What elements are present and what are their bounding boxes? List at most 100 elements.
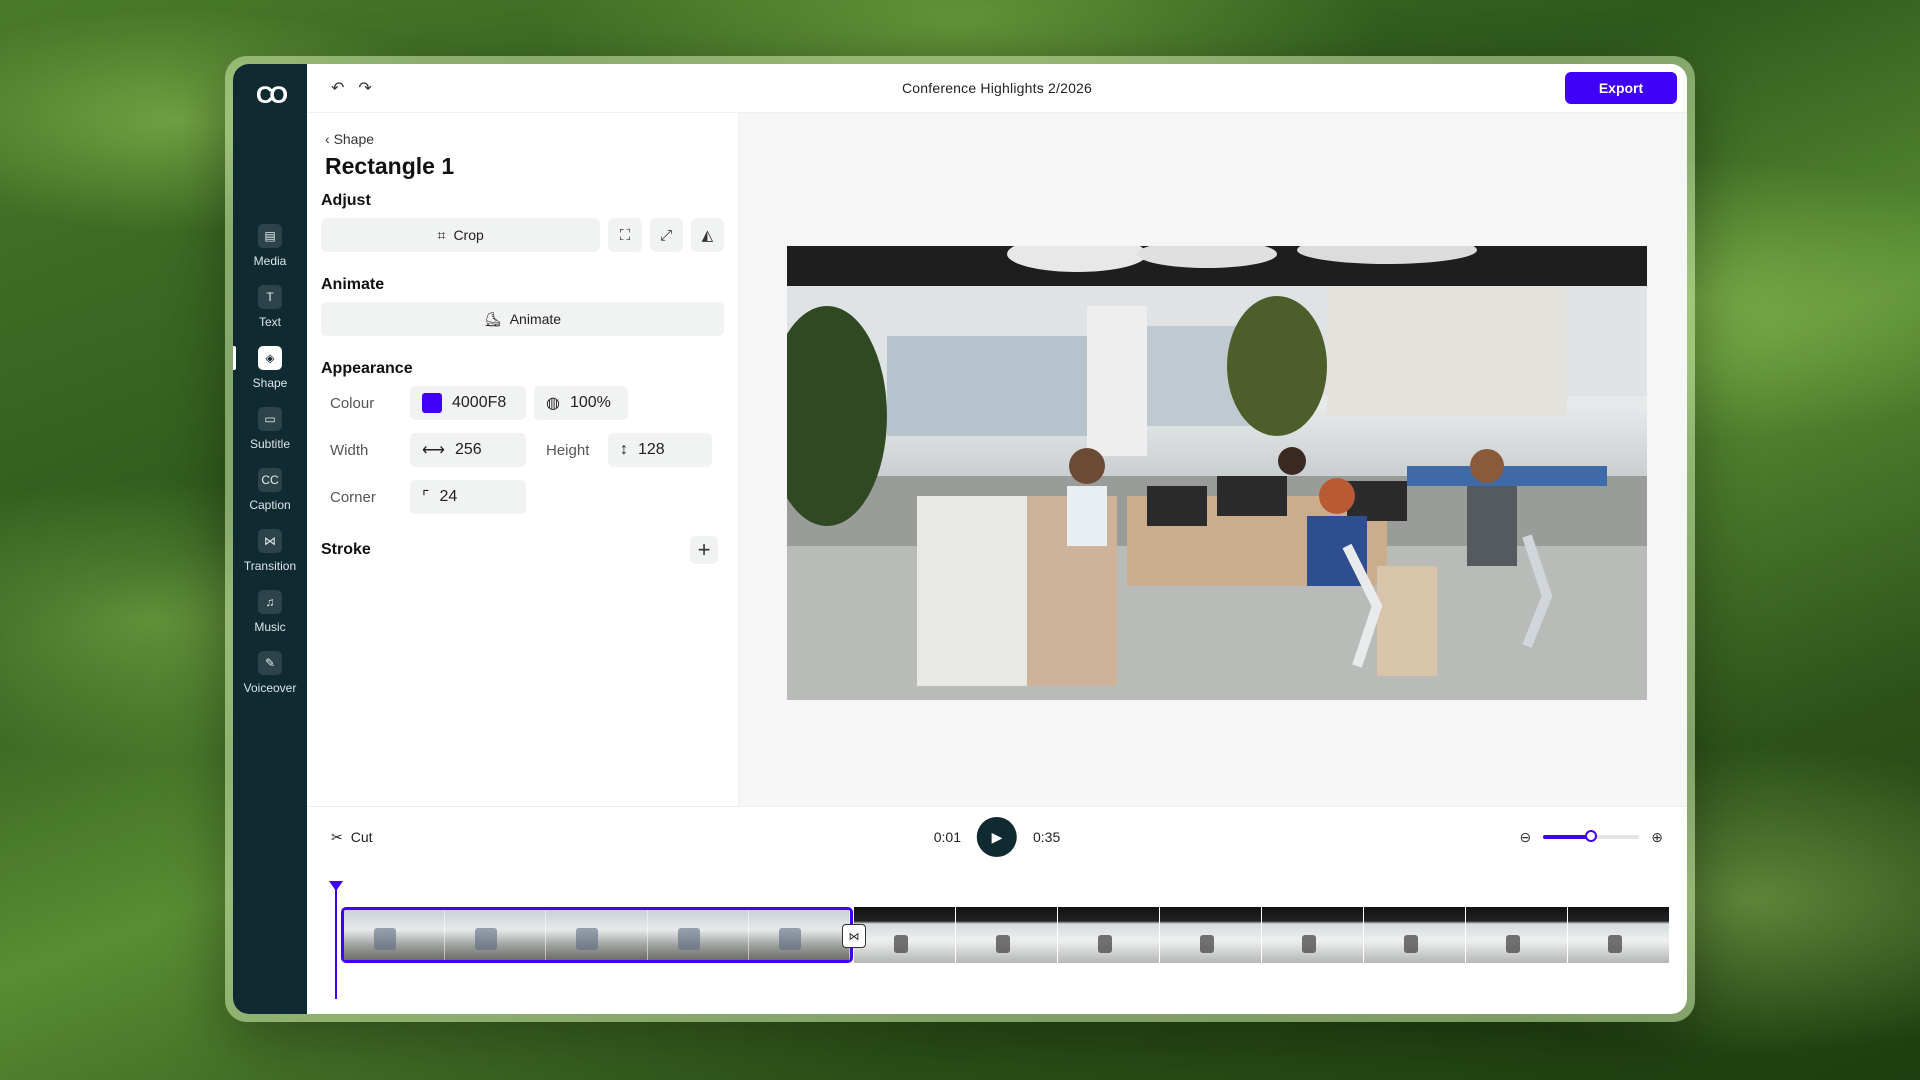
zoom-controls: ⊖ ⊕: [1520, 829, 1663, 846]
playhead-line[interactable]: [335, 889, 337, 999]
export-button[interactable]: Export: [1565, 72, 1677, 104]
corner-value: 24: [439, 488, 458, 505]
colour-value: 4000F8: [452, 394, 507, 411]
colour-label: Colour: [330, 394, 375, 412]
rail-item-label: Caption: [249, 498, 291, 512]
rail-item-music[interactable]: ♫ Music: [233, 590, 307, 634]
adjust-row: ⌗ Crop ⛶ ⤢ ◭: [321, 218, 725, 252]
main-area: ↶ ↷ Conference Highlights 2/2026 Export …: [307, 64, 1687, 1014]
scissors-icon: ✂: [331, 828, 343, 845]
rail-item-text[interactable]: T Text: [233, 285, 307, 329]
caption-icon: CC: [258, 468, 282, 492]
zoom-in-icon[interactable]: ⊕: [1651, 829, 1663, 846]
fit-icon[interactable]: ⛶: [608, 218, 642, 252]
colour-swatch[interactable]: [422, 393, 442, 413]
playback-controls: 0:01 ▶ 0:35: [934, 817, 1061, 857]
subtitle-icon: ▭: [258, 407, 282, 431]
chevron-left-icon: ‹: [325, 131, 334, 147]
rail-item-transition[interactable]: ⋈ Transition: [233, 529, 307, 573]
width-arrow-icon: ⟷: [422, 442, 445, 459]
play-button[interactable]: ▶: [977, 817, 1017, 857]
animate-row: ⛸ Animate: [321, 302, 724, 336]
zoom-slider-thumb[interactable]: [1585, 830, 1598, 842]
transition-icon: ⋈: [258, 529, 282, 553]
clip-frame: [445, 910, 547, 960]
colour-row: Colour 4000F8 ◍ 100%: [321, 386, 724, 420]
project-title[interactable]: Conference Highlights 2/2026: [902, 80, 1092, 96]
clip-frame[interactable]: [854, 907, 955, 963]
rail-item-voiceover[interactable]: ✎ Voiceover: [233, 651, 307, 695]
transition-icon[interactable]: ⋈: [842, 924, 866, 948]
clip-frame[interactable]: [1364, 907, 1465, 963]
breadcrumb[interactable]: ‹ Shape: [325, 131, 724, 147]
stroke-title: Stroke: [321, 541, 371, 558]
corner-label: Corner: [330, 488, 376, 506]
appearance-title: Appearance: [321, 360, 413, 377]
colour-field[interactable]: 4000F8: [410, 386, 526, 420]
clip-frame: [344, 910, 446, 960]
add-stroke-icon[interactable]: +: [690, 536, 718, 564]
redo-icon[interactable]: ↷: [358, 78, 371, 98]
video-frame[interactable]: [787, 246, 1647, 700]
clip-frame: [647, 910, 749, 960]
mic-icon: ✎: [258, 651, 282, 675]
rail-item-label: Transition: [243, 559, 297, 573]
zoom-slider[interactable]: [1543, 830, 1640, 842]
editor-body: ‹ Shape Rectangle 1 Adjust ⌗ Crop ⛶ ⤢ ◭ …: [307, 112, 1687, 806]
rail-item-label: Media: [253, 254, 287, 268]
rail-item-label: Voiceover: [243, 681, 297, 695]
undo-redo: ↶ ↷: [331, 78, 372, 98]
opacity-field[interactable]: ◍ 100%: [534, 386, 628, 420]
flip-icon[interactable]: ◭: [690, 218, 725, 252]
total-time: 0:35: [1033, 829, 1061, 845]
undo-icon[interactable]: ↶: [331, 78, 344, 98]
clip-frame: [546, 910, 648, 960]
app-logo: CO: [256, 82, 288, 109]
height-arrow-icon: ↕: [620, 441, 628, 458]
shape-icon: ◈: [258, 346, 282, 370]
corner-field[interactable]: ⌜ 24: [410, 480, 526, 514]
corner-row: Corner ⌜ 24: [321, 480, 724, 514]
app-window: CO ▤ Media T Text ◈ Shape ▭ Subtitle CC Caption ⋈ T…: [225, 56, 1695, 1022]
expand-icon[interactable]: ⤢: [649, 218, 683, 252]
animate-label: Animate: [509, 311, 562, 327]
rail-item-shape[interactable]: ◈ Shape: [233, 346, 307, 390]
animate-title: Animate: [321, 276, 385, 293]
rail-item-subtitle[interactable]: ▭ Subtitle: [233, 407, 307, 451]
cut-button[interactable]: ✂ Cut: [331, 829, 373, 846]
opacity-icon: ◍: [546, 395, 560, 412]
width-value: 256: [454, 441, 482, 458]
zoom-out-icon[interactable]: ⊖: [1520, 829, 1532, 846]
width-field[interactable]: ⟷ 256: [410, 433, 526, 467]
rail-item-caption[interactable]: CC Caption: [233, 468, 307, 512]
height-field[interactable]: ↕ 128: [608, 433, 712, 467]
timeline-toolbar: ✂ Cut 0:01 ▶ 0:35 ⊖ ⊕: [307, 807, 1687, 867]
selected-clip[interactable]: [341, 907, 853, 963]
width-label: Width: [330, 441, 369, 459]
preview-area: [739, 113, 1687, 806]
clip-frame[interactable]: [1568, 907, 1669, 963]
media-icon: ▤: [258, 224, 282, 248]
text-icon: T: [258, 285, 282, 309]
cut-label: Cut: [350, 829, 373, 845]
music-icon: ♫: [258, 590, 282, 614]
animate-button[interactable]: ⛸ Animate: [321, 302, 724, 336]
corner-icon: ⌜: [422, 489, 430, 506]
crop-label: Crop: [453, 227, 484, 243]
rail-item-media[interactable]: ▤ Media: [233, 224, 307, 268]
office-scene: [787, 246, 1647, 700]
adjust-title: Adjust: [321, 192, 371, 209]
size-row: Width ⟷ 256 Height ↕ 128: [321, 433, 724, 467]
height-value: 128: [638, 441, 665, 458]
clip-frame[interactable]: [1262, 907, 1363, 963]
clip-frame[interactable]: [1058, 907, 1159, 963]
crop-button[interactable]: ⌗ Crop: [321, 218, 601, 252]
clip-frame[interactable]: [1466, 907, 1567, 963]
rail-item-label: Text: [258, 315, 281, 329]
video-track: ⋈: [341, 907, 1687, 963]
clip-frame[interactable]: [1160, 907, 1261, 963]
rail-item-label: Music: [254, 620, 286, 634]
clip-frame[interactable]: [956, 907, 1057, 963]
video-editor-app: CO ▤ Media T Text ◈ Shape ▭ Subtitle CC Caption ⋈ T…: [233, 64, 1687, 1014]
crop-icon: ⌗: [437, 226, 446, 243]
